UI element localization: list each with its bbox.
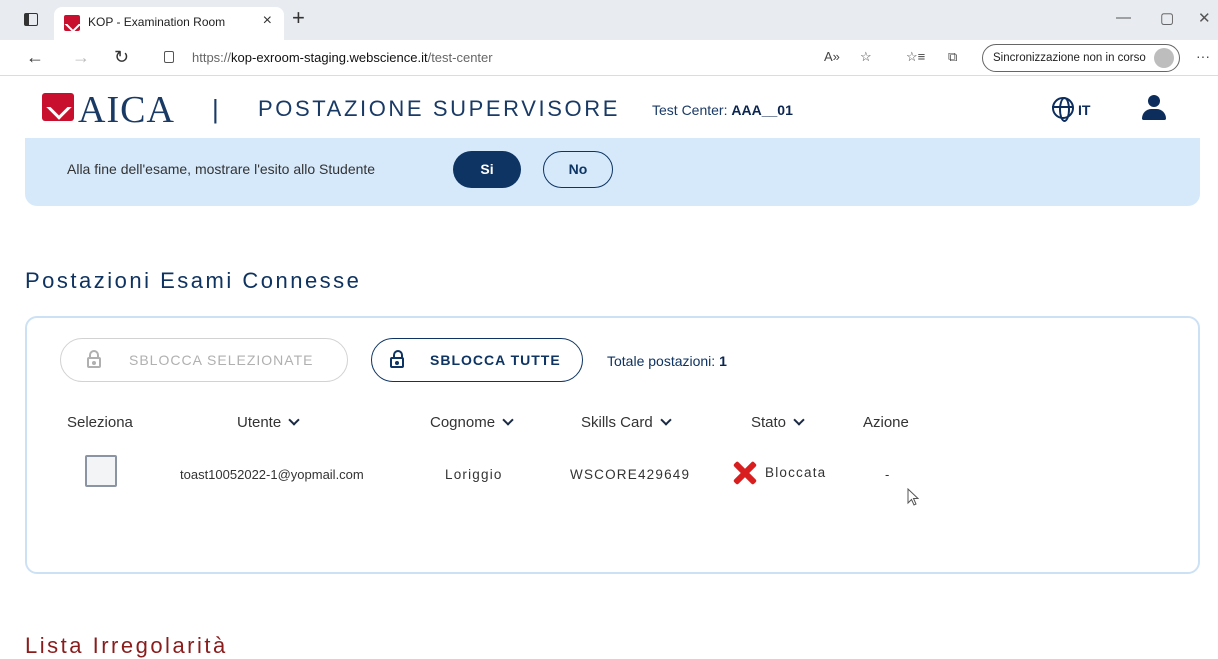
tab-title: KOP - Examination Room (88, 15, 226, 29)
url-field[interactable]: https://kop-exroom-staging.webscience.it… (152, 45, 812, 71)
cell-user: toast10052022-1@yopmail.com (180, 467, 364, 482)
browser-tab-bar: KOP - Examination Room × + — ▢ ✕ (0, 0, 1218, 40)
section-title-irregularities: Lista Irregolarità (25, 633, 228, 658)
aica-logo-text: AICA (78, 89, 175, 131)
show-result-yes-button[interactable]: Si (453, 151, 521, 188)
reload-icon[interactable]: ↻ (114, 47, 129, 68)
unlock-icon (390, 350, 406, 368)
maximize-button[interactable]: ▢ (1160, 9, 1174, 27)
unlock-selected-label: SBLOCCA SELEZIONATE (129, 352, 314, 368)
profile-sync-button[interactable]: Sincronizzazione non in corso (982, 44, 1180, 72)
section-title-connected-stations: Postazioni Esami Connesse (25, 268, 362, 293)
test-center-info: Test Center: AAA__01 (652, 102, 793, 118)
new-tab-button[interactable]: + (292, 6, 305, 30)
browser-tab[interactable]: KOP - Examination Room × (54, 7, 284, 40)
close-window-button[interactable]: ✕ (1198, 9, 1211, 27)
back-arrow-icon[interactable]: ← (26, 47, 44, 68)
header-separator: | (212, 94, 219, 124)
test-center-value: AAA__01 (731, 102, 793, 118)
url-text: https://kop-exroom-staging.webscience.it… (192, 50, 493, 65)
aica-favicon-icon (64, 15, 80, 31)
column-header-skills-card[interactable]: Skills Card (581, 414, 672, 431)
collections-icon[interactable]: ⧉ (948, 49, 957, 65)
minimize-button[interactable]: — (1116, 9, 1131, 26)
app-header: AICA | POSTAZIONE SUPERVISORE Test Cente… (0, 76, 1218, 138)
chevron-down-icon (502, 414, 514, 426)
total-stations: Totale postazioni: 1 (607, 353, 727, 369)
show-result-question: Alla fine dell'esame, mostrare l'esito a… (67, 161, 376, 177)
show-result-banner: Alla fine dell'esame, mostrare l'esito a… (25, 138, 1200, 206)
sync-status-label: Sincronizzazione non in corso (993, 52, 1146, 64)
tab-actions-icon[interactable] (24, 13, 38, 26)
unlock-all-label: SBLOCCA TUTTE (430, 352, 561, 368)
connected-stations-panel: SBLOCCA SELEZIONATE SBLOCCA TUTTE Totale… (25, 316, 1200, 574)
show-result-no-button[interactable]: No (543, 151, 613, 188)
tab-close-icon[interactable]: × (263, 12, 272, 30)
unlock-selected-button[interactable]: SBLOCCA SELEZIONATE (60, 338, 348, 382)
site-info-icon[interactable] (164, 51, 174, 63)
cell-action: - (885, 467, 890, 482)
unlock-icon (87, 350, 101, 368)
read-aloud-icon[interactable]: A» (824, 49, 840, 64)
column-header-status[interactable]: Stato (751, 414, 805, 431)
row-select-checkbox[interactable] (85, 455, 117, 487)
column-header-action: Azione (863, 414, 909, 431)
forward-arrow-icon[interactable]: → (72, 47, 90, 68)
unlock-all-button[interactable]: SBLOCCA TUTTE (371, 338, 583, 382)
column-header-select: Seleziona (67, 414, 133, 431)
chevron-down-icon (660, 414, 672, 426)
total-stations-value: 1 (719, 353, 727, 369)
favorites-icon[interactable]: ☆≡ (906, 49, 925, 65)
column-header-surname[interactable]: Cognome (430, 414, 514, 431)
address-bar: ← → ↻ https://kop-exroom-staging.webscie… (0, 40, 1218, 76)
cell-surname: Loriggio (445, 467, 503, 482)
chevron-down-icon (288, 414, 300, 426)
profile-avatar-icon (1154, 48, 1174, 68)
column-header-user[interactable]: Utente (237, 414, 300, 431)
page-title: POSTAZIONE SUPERVISORE (258, 96, 621, 121)
cell-skills-card: WSCORE429649 (570, 467, 691, 482)
cell-status: Bloccata (765, 465, 827, 480)
globe-icon[interactable] (1052, 97, 1074, 122)
blocked-x-icon (733, 461, 757, 485)
add-favorite-icon[interactable]: ☆ (860, 49, 872, 65)
more-options-icon[interactable]: ··· (1196, 48, 1210, 64)
user-icon[interactable] (1141, 95, 1167, 121)
chevron-down-icon (793, 414, 805, 426)
language-selector[interactable]: IT (1078, 102, 1090, 118)
aica-logo-icon (42, 93, 74, 121)
